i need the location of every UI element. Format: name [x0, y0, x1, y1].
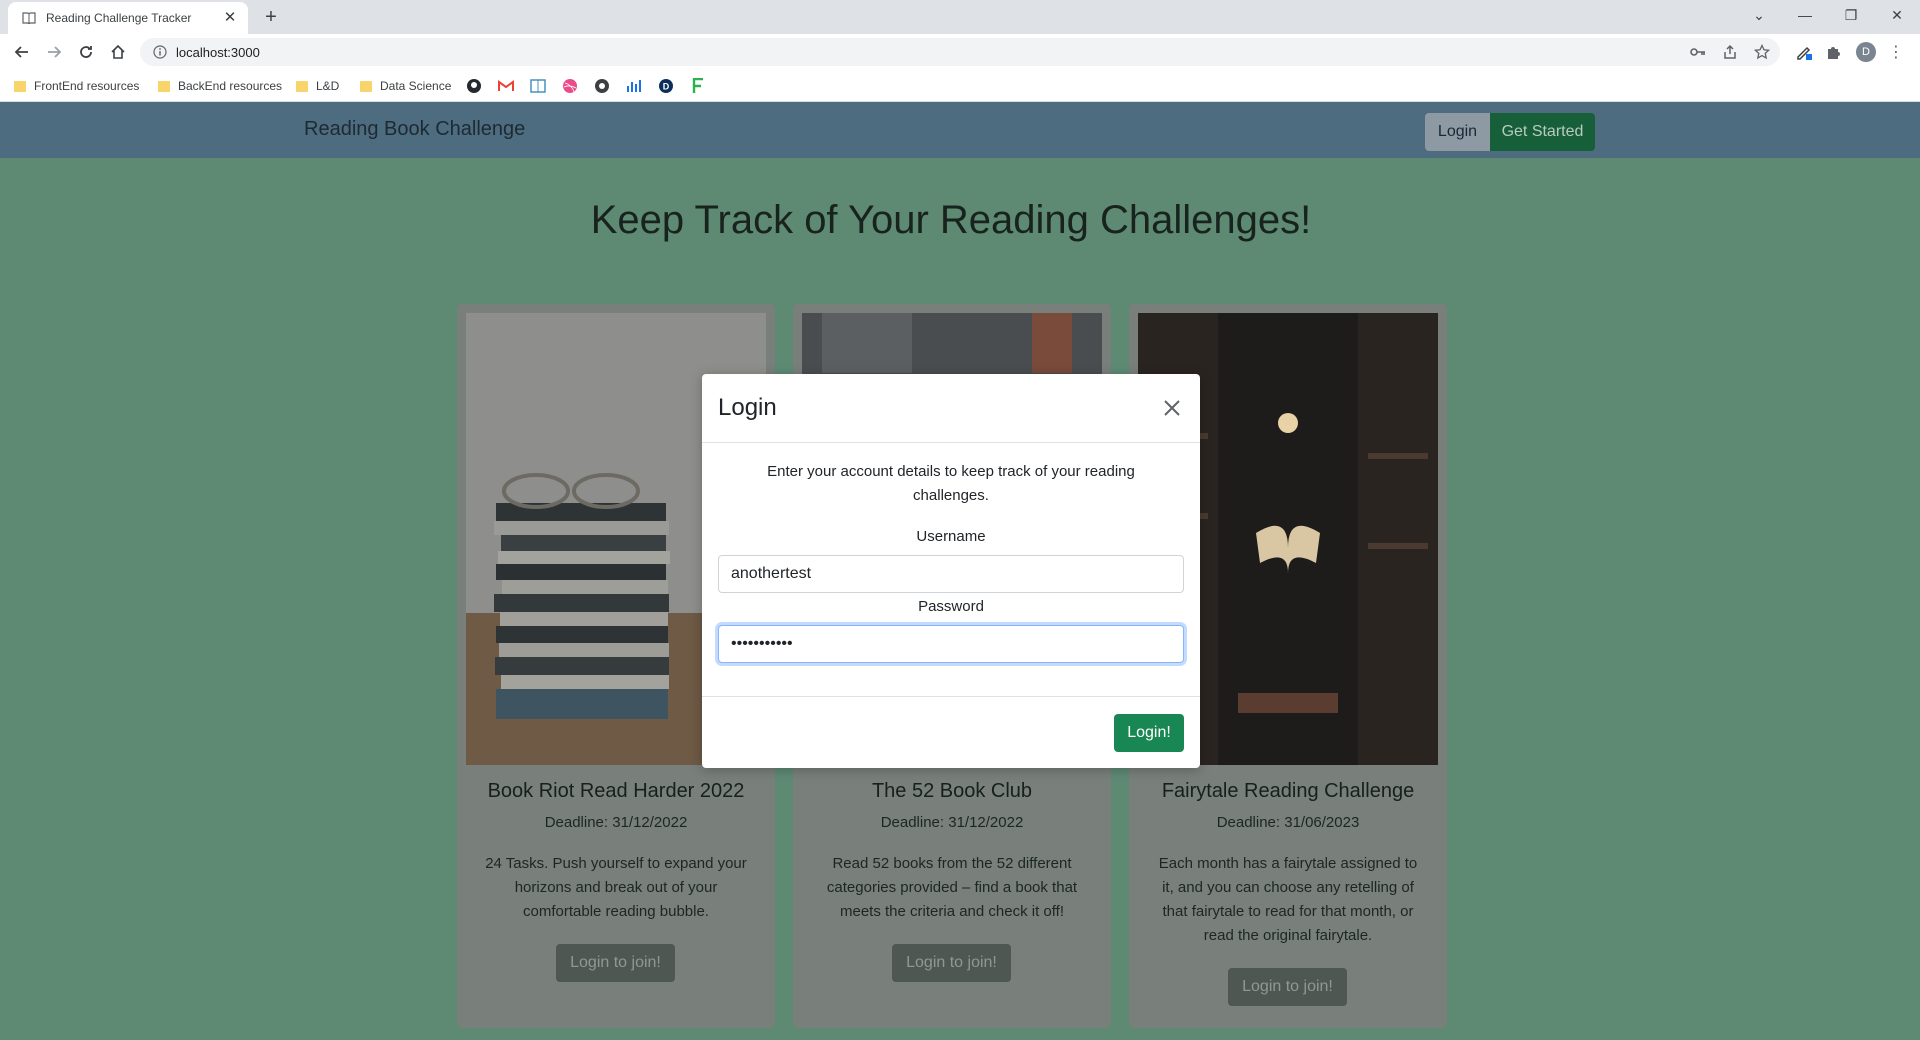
- modal-title: Login: [718, 394, 777, 421]
- address-bar[interactable]: localhost:3000: [140, 38, 1780, 66]
- bookmark-star-icon[interactable]: [1752, 42, 1772, 62]
- book-favicon-icon: [22, 11, 36, 25]
- nav-get-started-button[interactable]: Get Started: [1490, 113, 1595, 151]
- card-deadline: Deadline: 31/06/2023: [1216, 814, 1360, 831]
- modal-header: Login: [702, 374, 1200, 443]
- svg-text:D: D: [663, 82, 670, 92]
- bookmark-label: L&D: [316, 79, 340, 93]
- bookmark-label: BackEnd resources: [178, 79, 283, 93]
- dev-icon[interactable]: D: [657, 77, 675, 95]
- bookmarks-bar: FrontEnd resources BackEnd resources L&D…: [0, 70, 1920, 102]
- pen-extension-icon[interactable]: [1794, 42, 1814, 62]
- browser-toolbar: localhost:3000 D ⋮: [0, 34, 1920, 70]
- new-tab-icon[interactable]: +: [260, 6, 282, 28]
- login-submit-button[interactable]: Login!: [1114, 714, 1184, 752]
- bookmark-folder-backend[interactable]: BackEnd resources: [158, 76, 282, 96]
- tab-close-icon[interactable]: ✕: [222, 10, 238, 26]
- page-headline: Keep Track of Your Reading Challenges!: [590, 198, 1312, 242]
- github-icon[interactable]: [465, 77, 483, 95]
- app-navbar: Reading Book Challenge Login Get Started: [0, 102, 1920, 158]
- password-input[interactable]: [718, 625, 1184, 663]
- browser-menu-icon[interactable]: ⋮: [1886, 42, 1906, 62]
- login-modal: Login Enter your account details to keep…: [702, 374, 1200, 768]
- bookmark-folder-frontend[interactable]: FrontEnd resources: [14, 76, 139, 96]
- card-deadline: Deadline: 31/12/2022: [544, 814, 688, 831]
- reload-icon[interactable]: [74, 40, 98, 64]
- folder-icon: [14, 80, 26, 92]
- profile-avatar[interactable]: D: [1856, 42, 1876, 62]
- browser-tab[interactable]: Reading Challenge Tracker ✕: [8, 2, 248, 34]
- folder-icon: [360, 80, 372, 92]
- back-icon[interactable]: [10, 40, 34, 64]
- card-login-to-join-button[interactable]: Login to join!: [1228, 968, 1347, 1006]
- card-title: Fairytale Reading Challenge: [1161, 780, 1415, 802]
- url-text: localhost:3000: [176, 44, 260, 60]
- bookmark-folder-data-science[interactable]: Data Science: [360, 76, 451, 96]
- card-login-to-join-button[interactable]: Login to join!: [556, 944, 675, 982]
- card-deadline: Deadline: 31/12/2022: [880, 814, 1024, 831]
- password-label: Password: [918, 598, 984, 615]
- username-input[interactable]: [718, 555, 1184, 593]
- nav-login-button[interactable]: Login: [1425, 113, 1490, 151]
- dribbble-icon[interactable]: [561, 77, 579, 95]
- restore-icon[interactable]: ❐: [1828, 0, 1874, 30]
- tab-title: Reading Challenge Tracker: [46, 11, 192, 25]
- tab-search-icon[interactable]: ⌄: [1736, 0, 1782, 30]
- folder-icon: [158, 80, 170, 92]
- card-title: Book Riot Read Harder 2022: [487, 780, 745, 802]
- minimize-icon[interactable]: —: [1782, 0, 1828, 30]
- close-icon[interactable]: [1160, 396, 1184, 420]
- bookmark-label: FrontEnd resources: [34, 79, 140, 93]
- site-info-icon[interactable]: [152, 44, 168, 60]
- modal-footer-divider: [702, 696, 1200, 697]
- book-bookmark-icon[interactable]: [529, 77, 547, 95]
- card-login-to-join-button[interactable]: Login to join!: [892, 944, 1011, 982]
- username-label: Username: [916, 528, 986, 545]
- extensions-puzzle-icon[interactable]: [1824, 42, 1844, 62]
- folder-icon: [296, 80, 308, 92]
- feedly-icon[interactable]: [689, 77, 707, 95]
- home-icon[interactable]: [106, 40, 130, 64]
- key-icon[interactable]: [1688, 42, 1708, 62]
- brand-name[interactable]: Reading Book Challenge: [304, 118, 525, 141]
- bookmark-label: Data Science: [380, 79, 452, 93]
- card-description: Each month has a fairytale assigned to i…: [1158, 855, 1418, 944]
- share-icon[interactable]: [1720, 42, 1740, 62]
- card-title: The 52 Book Club: [871, 780, 1033, 802]
- gmail-icon[interactable]: [497, 77, 515, 95]
- close-window-icon[interactable]: ✕: [1874, 0, 1920, 30]
- analytics-icon[interactable]: [625, 77, 643, 95]
- card-description: 24 Tasks. Push yourself to expand your h…: [485, 855, 747, 920]
- forward-icon[interactable]: [42, 40, 66, 64]
- modal-intro-text: Enter your account details to keep track…: [767, 463, 1135, 504]
- globe-bookmark-icon[interactable]: [593, 77, 611, 95]
- browser-tab-strip: Reading Challenge Tracker ✕ + ⌄ — ❐ ✕: [0, 0, 1920, 34]
- card-description: Read 52 books from the 52 different cate…: [826, 855, 1078, 920]
- bookmark-folder-ld[interactable]: L&D: [296, 76, 339, 96]
